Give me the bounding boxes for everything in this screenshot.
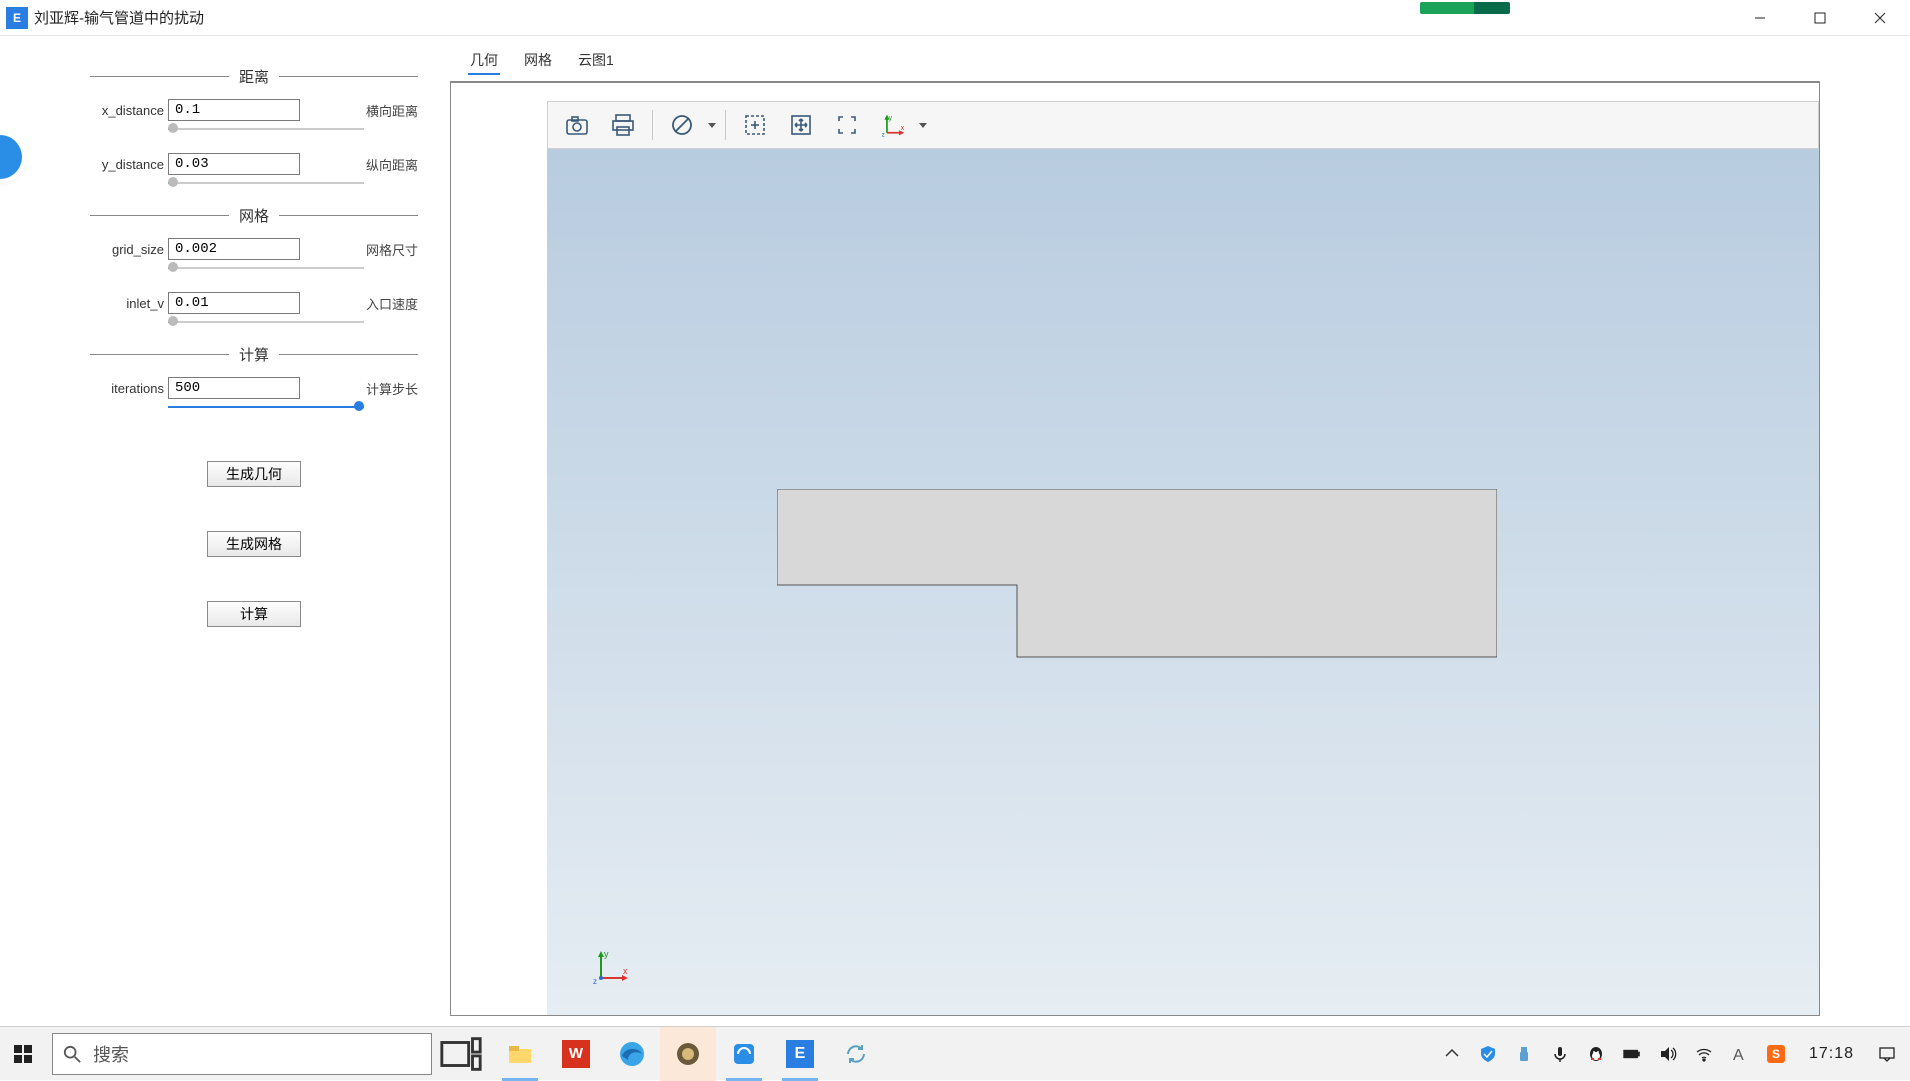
param-inlet-v: inlet_v 入口速度 — [90, 290, 418, 316]
app-sync[interactable] — [828, 1027, 884, 1081]
titlebar: E 刘亚辉-输气管道中的扰动 — [0, 0, 1910, 36]
tray-wifi-icon[interactable] — [1695, 1045, 1713, 1063]
param-grid-size: grid_size 网格尺寸 — [90, 236, 418, 262]
axis-triad-icon: y x z — [591, 946, 631, 991]
activity-meter-icon — [1420, 2, 1510, 14]
search-icon — [63, 1045, 81, 1063]
run-calc-button[interactable]: 计算 — [207, 601, 301, 627]
axes-dropdown[interactable] — [916, 121, 930, 129]
y-distance-input[interactable] — [168, 153, 300, 175]
svg-text:z: z — [882, 132, 885, 138]
section-distance: 距离 — [90, 66, 418, 87]
inlet-v-slider[interactable] — [168, 318, 364, 326]
view-tabs: 几何 网格 云图1 — [450, 46, 1820, 82]
tab-mesh[interactable]: 网格 — [522, 50, 554, 75]
minimize-button[interactable] — [1730, 0, 1790, 36]
taskbar-apps: W E — [492, 1027, 884, 1081]
close-button[interactable] — [1850, 0, 1910, 36]
print-icon[interactable] — [600, 105, 646, 145]
maximize-button[interactable] — [1790, 0, 1850, 36]
app-wps[interactable]: W — [548, 1027, 604, 1081]
tray-ime-a-icon[interactable]: A — [1731, 1045, 1749, 1063]
inlet-v-input[interactable] — [168, 292, 300, 314]
window-title: 刘亚辉-输气管道中的扰动 — [34, 7, 204, 28]
svg-text:y: y — [889, 115, 893, 122]
x-distance-slider[interactable] — [168, 125, 364, 133]
section-calc: 计算 — [90, 344, 418, 365]
svg-text:z: z — [593, 977, 597, 986]
viewport-toolbar: y x z — [547, 101, 1819, 149]
app-edge2[interactable] — [716, 1027, 772, 1081]
param-rlabel: 网格尺寸 — [366, 240, 418, 259]
tray-usb-icon[interactable] — [1515, 1045, 1533, 1063]
taskbar-search[interactable]: 搜索 — [52, 1033, 432, 1075]
tray-ime-sogou-icon[interactable]: S — [1767, 1045, 1785, 1063]
param-iterations: iterations 计算步长 — [90, 375, 418, 401]
param-label: y_distance — [90, 157, 168, 172]
param-label: iterations — [90, 381, 168, 396]
tray-notifications-icon[interactable] — [1878, 1045, 1896, 1063]
app-icon: E — [6, 7, 28, 29]
geometry-shape — [777, 489, 1497, 659]
move-icon[interactable] — [778, 105, 824, 145]
param-y-distance: y_distance 纵向距离 — [90, 151, 418, 177]
tab-contour[interactable]: 云图1 — [576, 50, 616, 75]
param-x-distance: x_distance 横向距离 — [90, 97, 418, 123]
start-button[interactable] — [0, 1027, 46, 1081]
param-label: x_distance — [90, 103, 168, 118]
x-distance-input[interactable] — [168, 99, 300, 121]
camera-icon[interactable] — [554, 105, 600, 145]
param-rlabel: 纵向距离 — [366, 155, 418, 174]
tray-volume-icon[interactable] — [1659, 1045, 1677, 1063]
nosymbol-dropdown[interactable] — [705, 121, 719, 129]
param-rlabel: 横向距离 — [366, 101, 418, 120]
task-view-button[interactable] — [438, 1027, 484, 1081]
iterations-slider[interactable] — [168, 403, 364, 411]
param-label: grid_size — [90, 242, 168, 257]
tray-clock[interactable]: 17:18 — [1809, 1045, 1854, 1063]
generate-geometry-button[interactable]: 生成几何 — [207, 461, 301, 487]
svg-text:A: A — [1733, 1047, 1744, 1063]
axes-icon[interactable]: y x z — [870, 105, 916, 145]
app-explorer[interactable] — [492, 1027, 548, 1081]
app-active-orange[interactable] — [660, 1027, 716, 1081]
y-distance-slider[interactable] — [168, 179, 364, 187]
search-placeholder: 搜索 — [93, 1041, 129, 1067]
viewport[interactable]: y x z — [547, 149, 1819, 1015]
param-rlabel: 计算步长 — [366, 379, 418, 398]
grid-size-slider[interactable] — [168, 264, 364, 272]
tray-battery-icon[interactable] — [1623, 1045, 1641, 1063]
svg-text:x: x — [901, 125, 905, 132]
zoom-select-icon[interactable] — [732, 105, 778, 145]
tray-shield-icon[interactable] — [1479, 1045, 1497, 1063]
section-grid: 网格 — [90, 205, 418, 226]
canvas-frame: y x z y x z — [450, 82, 1820, 1016]
tray-mic-icon[interactable] — [1551, 1045, 1569, 1063]
svg-text:y: y — [604, 949, 609, 959]
system-tray: A S 17:18 — [1443, 1045, 1910, 1063]
fit-icon[interactable] — [824, 105, 870, 145]
app-comsol[interactable]: E — [772, 1027, 828, 1081]
iterations-input[interactable] — [168, 377, 300, 399]
tray-qq-icon[interactable] — [1587, 1045, 1605, 1063]
tray-chevron-icon[interactable] — [1443, 1045, 1461, 1063]
grid-size-input[interactable] — [168, 238, 300, 260]
generate-mesh-button[interactable]: 生成网格 — [207, 531, 301, 557]
tab-geometry[interactable]: 几何 — [468, 50, 500, 75]
param-label: inlet_v — [90, 296, 168, 311]
svg-text:x: x — [623, 966, 628, 976]
taskbar: 搜索 W E A S 17:18 — [0, 1026, 1910, 1080]
nosymbol-icon[interactable] — [659, 105, 705, 145]
canvas-area: 几何 网格 云图1 y x z — [450, 36, 1910, 1026]
sidebar: 距离 x_distance 横向距离 y_distance 纵向距离 网格 gr… — [0, 36, 450, 1026]
param-rlabel: 入口速度 — [366, 294, 418, 313]
app-edge[interactable] — [604, 1027, 660, 1081]
